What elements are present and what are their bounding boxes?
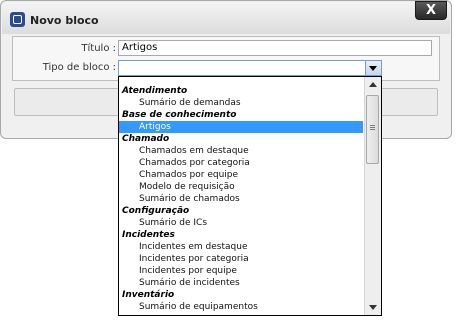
- dropdown-option[interactable]: Incidentes por categoria: [119, 253, 363, 265]
- titulo-label: Título :: [81, 43, 116, 54]
- close-button[interactable]: X: [415, 1, 447, 20]
- grip-icon: [370, 125, 375, 126]
- dropdown-option[interactable]: Sumário de chamados: [119, 193, 363, 205]
- dropdown-option[interactable]: Sumário de equipamentos: [119, 301, 363, 313]
- optgroup-label: Base de conhecimento: [122, 110, 237, 120]
- dropdown-option[interactable]: Sumário de ICs: [119, 217, 363, 229]
- dialog-title: Novo bloco: [30, 14, 99, 27]
- dropdown-option[interactable]: Sumário de incidentes: [119, 277, 363, 289]
- chevron-down-icon[interactable]: [365, 61, 381, 75]
- optgroup-label: Incidentes: [122, 230, 175, 240]
- dropdown-option[interactable]: Chamados em destaque: [119, 145, 363, 157]
- close-icon: X: [425, 3, 437, 18]
- dropdown-option[interactable]: Incidentes em destaque: [119, 241, 363, 253]
- tipo-bloco-dropdown-list[interactable]: Atendimento Sumário de demandas Base de co…: [118, 76, 382, 316]
- dropdown-option-selected[interactable]: Artigos: [119, 121, 363, 133]
- titulo-input[interactable]: Artigos: [118, 40, 432, 56]
- optgroup-label: Configuração: [122, 206, 190, 216]
- tipo-bloco-label: Tipo de bloco :: [42, 62, 116, 73]
- optgroup-label: Inventário: [122, 290, 175, 300]
- scroll-up-arrow-icon[interactable]: [369, 82, 377, 87]
- dropdown-option[interactable]: Sumário de demandas: [119, 97, 363, 109]
- scrollbar-thumb[interactable]: [366, 95, 379, 164]
- dropdown-option[interactable]: Modelo de requisição: [119, 181, 363, 193]
- dialog-titlebar[interactable]: Novo bloco: [2, 2, 450, 34]
- dropdown-option[interactable]: Chamados por equipe: [119, 169, 363, 181]
- tipo-bloco-select[interactable]: [118, 60, 382, 76]
- scroll-down-arrow-icon[interactable]: [369, 305, 377, 310]
- dropdown-option[interactable]: Incidentes por equipe: [119, 265, 363, 277]
- optgroup-label: Chamado: [122, 134, 170, 144]
- dropdown-option[interactable]: Chamados por categoria: [119, 157, 363, 169]
- window-icon: [10, 12, 25, 27]
- dropdown-options: Atendimento Sumário de demandas Base de co…: [119, 85, 363, 313]
- dropdown-scrollbar[interactable]: [364, 77, 381, 315]
- optgroup-label: Atendimento: [122, 86, 188, 96]
